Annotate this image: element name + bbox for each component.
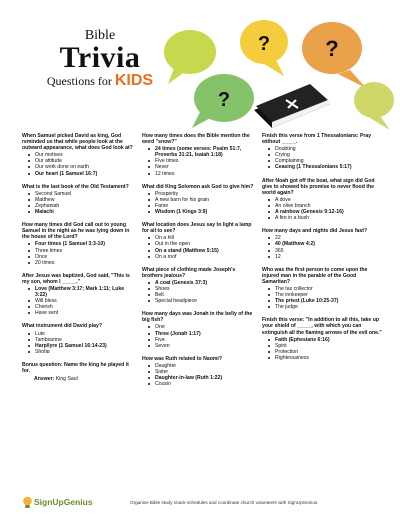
question-text: What instrument did David play? <box>22 323 102 330</box>
question-text: After Jesus was baptized, God said, "Thi… <box>22 272 130 285</box>
title-questions-text: Questions for <box>46 74 112 88</box>
bubble-lime-right <box>354 82 394 130</box>
question-block: What did King Solomon ask God to give hi… <box>142 184 254 215</box>
answer-options: Prosperity A new barn for his grain Fame… <box>142 191 254 215</box>
question-block: Finish this verse: "In addition to all t… <box>262 317 382 361</box>
questions-column-2: How many times does the Bible mention th… <box>142 133 254 394</box>
question-block: When Samuel picked David as king, God re… <box>22 133 134 177</box>
title-questions-for: Questions for KIDS <box>30 72 170 89</box>
footer: SignUpGenius Organize Bible study snack … <box>22 496 382 510</box>
question-text: When Samuel picked David as king, God re… <box>22 133 133 152</box>
question-block: How many times does the Bible mention th… <box>142 133 254 177</box>
answer-option: Righteousness <box>268 355 382 361</box>
answer-option: Have sent <box>28 310 134 316</box>
question-text: How many days was Jonah in the belly of … <box>142 311 253 324</box>
question-text: What piece of clothing made Joseph's bro… <box>142 266 236 279</box>
answer-options: Love (Matthew 3:17; Mark 1:11; Luke 3:22… <box>22 286 134 316</box>
question-text: Who was the first person to come upon th… <box>262 266 368 285</box>
questions-column-3: Finish this verse from 1 Thessalonians: … <box>262 133 382 368</box>
title-trivia: Trivia <box>59 41 141 74</box>
question-text: How many times did God call out to young… <box>22 222 130 241</box>
correct-answer: Love (Matthew 3:17; Mark 1:11; Luke 3:22… <box>28 286 134 298</box>
lightbulb-icon <box>23 496 32 508</box>
bible-icon <box>254 84 330 128</box>
answer-option: Special headpiece <box>148 298 254 304</box>
answer-option: Cousin <box>148 381 254 387</box>
bubble-yellow-right: ? <box>302 22 366 88</box>
answer-option: Shofar <box>28 349 134 355</box>
question-mark-1: ? <box>258 33 270 55</box>
question-text: After Noah got off the boat, what sign d… <box>262 177 375 196</box>
correct-answer: 24 times (some verses: Psalm 51:7, Prove… <box>148 146 254 158</box>
question-block: What instrument did David play? Lute Tam… <box>22 323 134 354</box>
answer-option: 12 <box>268 254 382 260</box>
answer-options: A coat (Genesis 37:3) Shoes Belt Special… <box>142 280 254 304</box>
answer-option: A fire in a bush <box>268 215 382 221</box>
answer-options: Faith (Ephesians 6:16) Spirit Protection… <box>262 337 382 361</box>
question-text: What is the last book of the Old Testame… <box>22 183 129 190</box>
bonus-block: Bonus question: Name the king he played … <box>22 362 134 382</box>
question-block: After Noah got off the boat, what sign d… <box>262 178 382 222</box>
answer-options: Our motives Our attitude Our work done o… <box>22 152 134 177</box>
question-block: How many times did God call out to young… <box>22 222 134 266</box>
question-block: Who was the first person to come upon th… <box>262 267 382 311</box>
answer-options: On a hill Out in the open On a stand (Ma… <box>142 235 254 260</box>
logo-text: SignUpGenius <box>34 497 93 507</box>
question-block: How many days was Jonah in the belly of … <box>142 311 254 349</box>
question-block: What piece of clothing made Joseph's bro… <box>142 267 254 305</box>
question-text: What did King Solomon ask God to give hi… <box>142 183 254 190</box>
answer-options: 24 times (some verses: Psalm 51:7, Prove… <box>142 146 254 177</box>
question-text: How was Ruth related to Naomi? <box>142 355 222 362</box>
answer-options: A dove An olive branch A rainbow (Genesi… <box>262 197 382 221</box>
answer-options: 22 40 (Matthew 4:2) 365 12 <box>262 235 382 260</box>
correct-answer: Wisdom (1 Kings 3:9) <box>148 209 254 215</box>
answer-options: One Three (Jonah 1:17) Five Seven <box>142 324 254 349</box>
question-block: What location does Jesus say to light a … <box>142 222 254 260</box>
question-block: After Jesus was baptized, God said, "Thi… <box>22 273 134 317</box>
question-text: Finish this verse from 1 Thessalonians: … <box>262 133 372 146</box>
answer-options: The tax collector The innkeeper The prie… <box>262 286 382 310</box>
answer-option: 20 times <box>28 260 134 266</box>
answer-option: Seven <box>148 343 254 349</box>
question-text: How many days and nights did Jesus fast? <box>262 228 368 235</box>
bonus-answer-text: King Saul <box>55 376 78 383</box>
bubble-orange-top: ? <box>240 20 288 76</box>
footer-tagline: Organize Bible study snack schedules and… <box>130 500 319 505</box>
bubble-green-left <box>164 30 216 84</box>
questions-column-1: When Samuel picked David as king, God re… <box>22 133 134 389</box>
question-block: How was Ruth related to Naomi? Daughter … <box>142 356 254 387</box>
question-block: Finish this verse from 1 Thessalonians: … <box>262 133 382 171</box>
answer-options: Lute Tambourine Harp/lyre (1 Samuel 16:1… <box>22 331 134 355</box>
correct-answer: Ceasing (1 Thessalonians 5:17) <box>268 164 382 170</box>
bonus-answer: Answer: King Saul <box>22 376 134 382</box>
answer-options: Second Samuel Matthew Zephaniah Malachi <box>22 191 134 215</box>
question-text: What location does Jesus say to light a … <box>142 222 252 235</box>
question-mark-3: ? <box>218 89 230 111</box>
question-mark-2: ? <box>325 36 338 61</box>
answer-option: On a roof <box>148 254 254 260</box>
question-block: What is the last book of the Old Testame… <box>22 184 134 215</box>
correct-answer: Our heart (1 Samuel 16:7) <box>28 171 134 177</box>
answer-option: The judge <box>268 304 382 310</box>
signupgenius-logo[interactable]: SignUpGenius <box>22 496 93 510</box>
question-text: Finish this verse: "In addition to all t… <box>262 317 382 336</box>
question-text: How many times does the Bible mention th… <box>142 133 250 146</box>
speech-bubbles-illustration: ? ? ? <box>164 20 394 130</box>
answer-options: Four times (1 Samuel 3:3-10) Three times… <box>22 241 134 266</box>
bonus-question: Bonus question: Name the king he played … <box>22 361 129 374</box>
answer-option: 12 times <box>148 171 254 177</box>
answer-options: Daughter Sister Daughter-in-law (Ruth 1:… <box>142 363 254 387</box>
title-kids: KIDS <box>114 72 154 89</box>
bonus-answer-label: Answer: <box>34 376 55 383</box>
correct-answer: Malachi <box>28 209 134 215</box>
page-title: Bible Trivia Questions for KIDS <box>30 28 170 89</box>
question-block: How many days and nights did Jesus fast?… <box>262 228 382 259</box>
bubble-green-bottom-left: ? <box>192 74 254 128</box>
answer-options: Doubting Crying Complaining Ceasing (1 T… <box>262 146 382 170</box>
